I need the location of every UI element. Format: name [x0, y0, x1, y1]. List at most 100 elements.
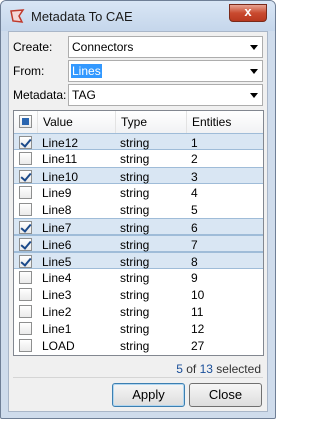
table-row[interactable]: Line8 string 5: [14, 201, 263, 218]
row-checkbox[interactable]: [19, 288, 32, 301]
window-title: Metadata To CAE: [31, 9, 133, 24]
row-checkbox[interactable]: [19, 339, 32, 352]
cell-value: Line8: [42, 203, 72, 217]
table-row[interactable]: Line10 string 3: [14, 167, 263, 184]
table-header: Value Type Entities: [14, 111, 263, 134]
from-value: Lines: [71, 64, 102, 78]
metadata-row: Metadata: TAG: [9, 84, 267, 106]
row-checkbox[interactable]: [19, 152, 32, 165]
cell-type: string: [120, 186, 150, 200]
cell-type: string: [120, 288, 150, 302]
apply-button[interactable]: Apply: [112, 383, 185, 407]
cell-type: string: [120, 170, 150, 184]
table-row[interactable]: Line6 string 7: [14, 235, 263, 252]
cell-value: Line9: [42, 186, 72, 200]
cell-entities: 5: [191, 203, 198, 217]
cell-type: string: [120, 221, 150, 235]
create-dropdown[interactable]: Connectors: [68, 36, 263, 58]
title-bar: Metadata To CAE x: [1, 1, 275, 31]
cell-entities: 8: [191, 255, 198, 269]
status-of: of: [186, 362, 197, 376]
table-row[interactable]: Line3 string 10: [14, 286, 263, 303]
cell-type: string: [120, 271, 150, 285]
cell-value: LOAD: [42, 339, 75, 353]
from-label: From:: [13, 64, 45, 78]
column-header-type[interactable]: Type: [116, 111, 187, 133]
row-checkbox[interactable]: [19, 322, 32, 335]
cell-entities: 7: [191, 238, 198, 252]
app-icon: [10, 9, 25, 23]
row-checkbox[interactable]: [19, 221, 32, 234]
cell-entities: 27: [191, 339, 205, 353]
metadata-dropdown[interactable]: TAG: [68, 84, 263, 106]
table-row[interactable]: Line4 string 9: [14, 269, 263, 286]
from-row: From: Lines: [9, 60, 267, 82]
create-value: Connectors: [72, 40, 134, 54]
cell-type: string: [120, 238, 150, 252]
total-count: 13: [199, 362, 213, 376]
selected-count: 5: [176, 362, 183, 376]
cell-type: string: [120, 203, 150, 217]
create-row: Create: Connectors: [9, 36, 267, 58]
cell-entities: 9: [191, 271, 198, 285]
table-row[interactable]: Line2 string 11: [14, 303, 263, 320]
column-header-value[interactable]: Value: [38, 111, 116, 133]
cell-entities: 2: [191, 152, 198, 166]
table-row[interactable]: Line9 string 4: [14, 184, 263, 201]
cell-entities: 4: [191, 186, 198, 200]
chevron-down-icon: [250, 69, 258, 74]
cell-type: string: [120, 339, 150, 353]
row-checkbox[interactable]: [19, 238, 32, 251]
table-row[interactable]: LOAD string 27: [14, 337, 263, 354]
row-checkbox[interactable]: [19, 136, 32, 149]
cell-type: string: [120, 255, 150, 269]
column-header-entities[interactable]: Entities: [187, 111, 263, 133]
cell-type: string: [120, 322, 150, 336]
from-dropdown[interactable]: Lines: [68, 60, 263, 82]
close-button[interactable]: Close: [189, 383, 262, 407]
status-suffix: selected: [216, 362, 261, 376]
cell-value: Line3: [42, 288, 72, 302]
selection-status: 5 of 13 selected: [176, 362, 261, 376]
cell-entities: 10: [191, 288, 205, 302]
divider: [13, 377, 263, 378]
cell-entities: 11: [191, 305, 204, 319]
chevron-down-icon: [250, 93, 258, 98]
window-close-button[interactable]: x: [229, 4, 267, 22]
select-all-checkbox[interactable]: [19, 115, 32, 128]
metadata-value: TAG: [72, 88, 96, 102]
cell-value: Line5: [42, 255, 72, 269]
row-checkbox[interactable]: [19, 255, 32, 268]
chevron-down-icon: [250, 45, 258, 50]
cell-entities: 3: [191, 170, 198, 184]
header-select-all: [14, 111, 38, 133]
row-checkbox[interactable]: [19, 186, 32, 199]
row-checkbox[interactable]: [19, 305, 32, 318]
table-row[interactable]: Line12 string 1: [14, 133, 263, 150]
row-checkbox[interactable]: [19, 271, 32, 284]
create-label: Create:: [13, 40, 53, 54]
table-row[interactable]: Line1 string 12: [14, 320, 263, 337]
cell-entities: 12: [191, 322, 205, 336]
cell-value: Line12: [42, 136, 79, 150]
cell-value: Line2: [42, 305, 72, 319]
cell-type: string: [120, 152, 150, 166]
cell-value: Line11: [42, 152, 78, 166]
cell-type: string: [120, 305, 150, 319]
table-row[interactable]: Line7 string 6: [14, 218, 263, 235]
cell-entities: 1: [191, 136, 198, 150]
cell-value: Line10: [42, 170, 79, 184]
metadata-label: Metadata:: [13, 88, 67, 102]
row-checkbox[interactable]: [19, 203, 32, 216]
cell-value: Line7: [42, 221, 72, 235]
cell-value: Line1: [42, 322, 72, 336]
cell-value: Line4: [42, 271, 72, 285]
cell-entities: 6: [191, 221, 198, 235]
table-row[interactable]: Line11 string 2: [14, 150, 263, 167]
cell-value: Line6: [42, 238, 72, 252]
cell-type: string: [120, 136, 150, 150]
row-checkbox[interactable]: [19, 170, 32, 183]
close-icon: x: [244, 4, 252, 19]
dialog-body: Create: Connectors From: Lines Metadata:…: [8, 31, 268, 412]
table-row[interactable]: Line5 string 8: [14, 252, 263, 269]
